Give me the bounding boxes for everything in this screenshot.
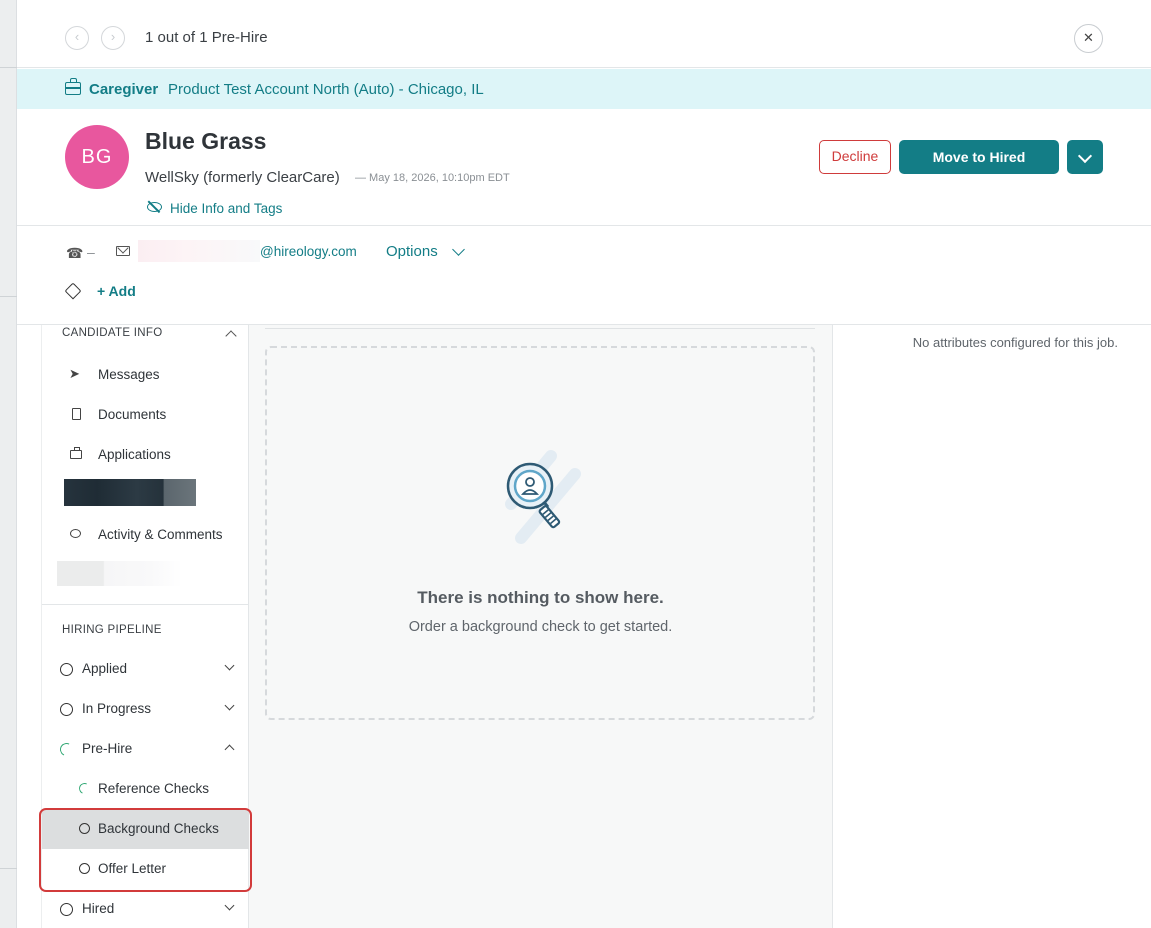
sidebar-item-label: Documents xyxy=(98,407,167,422)
divider xyxy=(17,225,1151,226)
chevron-down-icon xyxy=(224,700,235,711)
stage-status-circle-icon xyxy=(60,703,73,716)
candidate-drawer: ‹ › 1 out of 1 Pre-Hire ✕ Caregiver Prod… xyxy=(17,0,1151,928)
job-banner: Caregiver Product Test Account North (Au… xyxy=(17,69,1151,109)
divider xyxy=(265,328,815,329)
stage-applied[interactable]: Applied xyxy=(42,649,249,689)
candidate-name: Blue Grass xyxy=(145,128,267,154)
redacted-sidebar-item xyxy=(64,479,196,506)
progress-spinner-icon xyxy=(77,781,92,796)
candidate-company: WellSky (formerly ClearCare) xyxy=(145,169,340,186)
redacted-email-local-part xyxy=(138,240,260,262)
stage-hired[interactable]: Hired xyxy=(42,889,249,928)
background-checks-panel: There is nothing to show here. Order a b… xyxy=(249,325,832,928)
no-attributes-message: No attributes configured for this job. xyxy=(912,335,1118,350)
phone-icon: ☎ xyxy=(66,245,84,261)
empty-state-subtitle: Order a background check to get started. xyxy=(408,619,673,635)
candidate-position-count: 1 out of 1 Pre-Hire xyxy=(145,29,268,46)
progress-spinner-icon xyxy=(58,741,75,758)
sidebar-item-label: Applications xyxy=(98,447,171,462)
mail-icon xyxy=(116,246,130,256)
hide-info-link[interactable]: Hide Info and Tags xyxy=(170,201,282,216)
sidebar-item-messages[interactable]: ➤ Messages xyxy=(42,357,249,393)
avatar: BG xyxy=(65,125,129,189)
briefcase-icon xyxy=(65,78,81,95)
eye-slash-icon[interactable] xyxy=(147,202,162,212)
document-icon xyxy=(72,408,81,420)
background-divider xyxy=(0,296,17,297)
comment-icon xyxy=(70,529,81,538)
add-tag-button[interactable]: + Add xyxy=(97,283,136,299)
job-role[interactable]: Caregiver xyxy=(89,81,158,98)
sidebar-item-label: Activity & Comments xyxy=(98,527,223,542)
send-icon: ➤ xyxy=(69,366,80,381)
stage-label: In Progress xyxy=(82,701,152,716)
job-location[interactable]: Product Test Account North (Auto) - Chic… xyxy=(168,81,484,98)
stage-label: Applied xyxy=(82,661,128,676)
attributes-panel: No attributes configured for this job. xyxy=(832,325,1151,928)
briefcase-icon xyxy=(70,447,82,459)
email-link[interactable]: @hireology.com xyxy=(260,244,357,259)
stage-in-progress[interactable]: In Progress xyxy=(42,689,249,729)
substep-reference-checks[interactable]: Reference Checks xyxy=(42,769,249,809)
stage-label: Pre-Hire xyxy=(82,741,133,756)
tag-icon xyxy=(64,282,82,300)
highlight-annotation-box xyxy=(39,808,252,892)
empty-state-title: There is nothing to show here. xyxy=(417,588,664,607)
chevron-left-icon[interactable]: ‹ xyxy=(65,26,89,50)
stage-status-circle-icon xyxy=(60,663,73,676)
sidebar-item-documents[interactable]: Documents xyxy=(42,397,249,433)
application-date: — May 18, 2026, 10:10pm EDT xyxy=(355,172,510,184)
decline-button[interactable]: Decline xyxy=(819,140,891,174)
background-divider xyxy=(0,67,17,68)
stage-status-circle-icon xyxy=(60,903,73,916)
hiring-pipeline-header: HIRING PIPELINE xyxy=(62,624,162,636)
divider xyxy=(42,604,249,605)
close-icon[interactable]: ✕ xyxy=(1074,24,1103,53)
chevron-down-icon xyxy=(224,900,235,911)
sidebar-item-activity-comments[interactable]: Activity & Comments xyxy=(42,517,249,553)
chevron-up-icon[interactable] xyxy=(225,330,237,342)
stage-label: Hired xyxy=(82,901,115,916)
move-to-hired-button[interactable]: Move to Hired xyxy=(899,140,1059,174)
sidebar-item-applications[interactable]: Applications xyxy=(42,437,249,473)
substep-label: Reference Checks xyxy=(98,781,210,796)
candidate-info-header: CANDIDATE INFO xyxy=(62,327,163,339)
chevron-down-icon[interactable] xyxy=(452,243,465,256)
options-dropdown[interactable]: Options xyxy=(386,243,438,260)
more-actions-dropdown-button[interactable] xyxy=(1067,140,1103,174)
sidebar-item-label: Messages xyxy=(98,367,160,382)
chevron-right-icon[interactable]: › xyxy=(101,26,125,50)
background-page-strip xyxy=(0,0,17,928)
phone-value: – xyxy=(87,244,95,260)
redacted-sidebar-item xyxy=(57,561,182,586)
stage-pre-hire[interactable]: Pre-Hire xyxy=(42,729,249,769)
empty-state-box: There is nothing to show here. Order a b… xyxy=(265,346,815,720)
chevron-up-icon xyxy=(224,744,235,755)
background-divider xyxy=(0,868,17,869)
magnifier-person-icon xyxy=(505,450,581,544)
drawer-top-nav: ‹ › 1 out of 1 Pre-Hire ✕ xyxy=(17,0,1151,68)
chevron-down-icon xyxy=(224,660,235,671)
